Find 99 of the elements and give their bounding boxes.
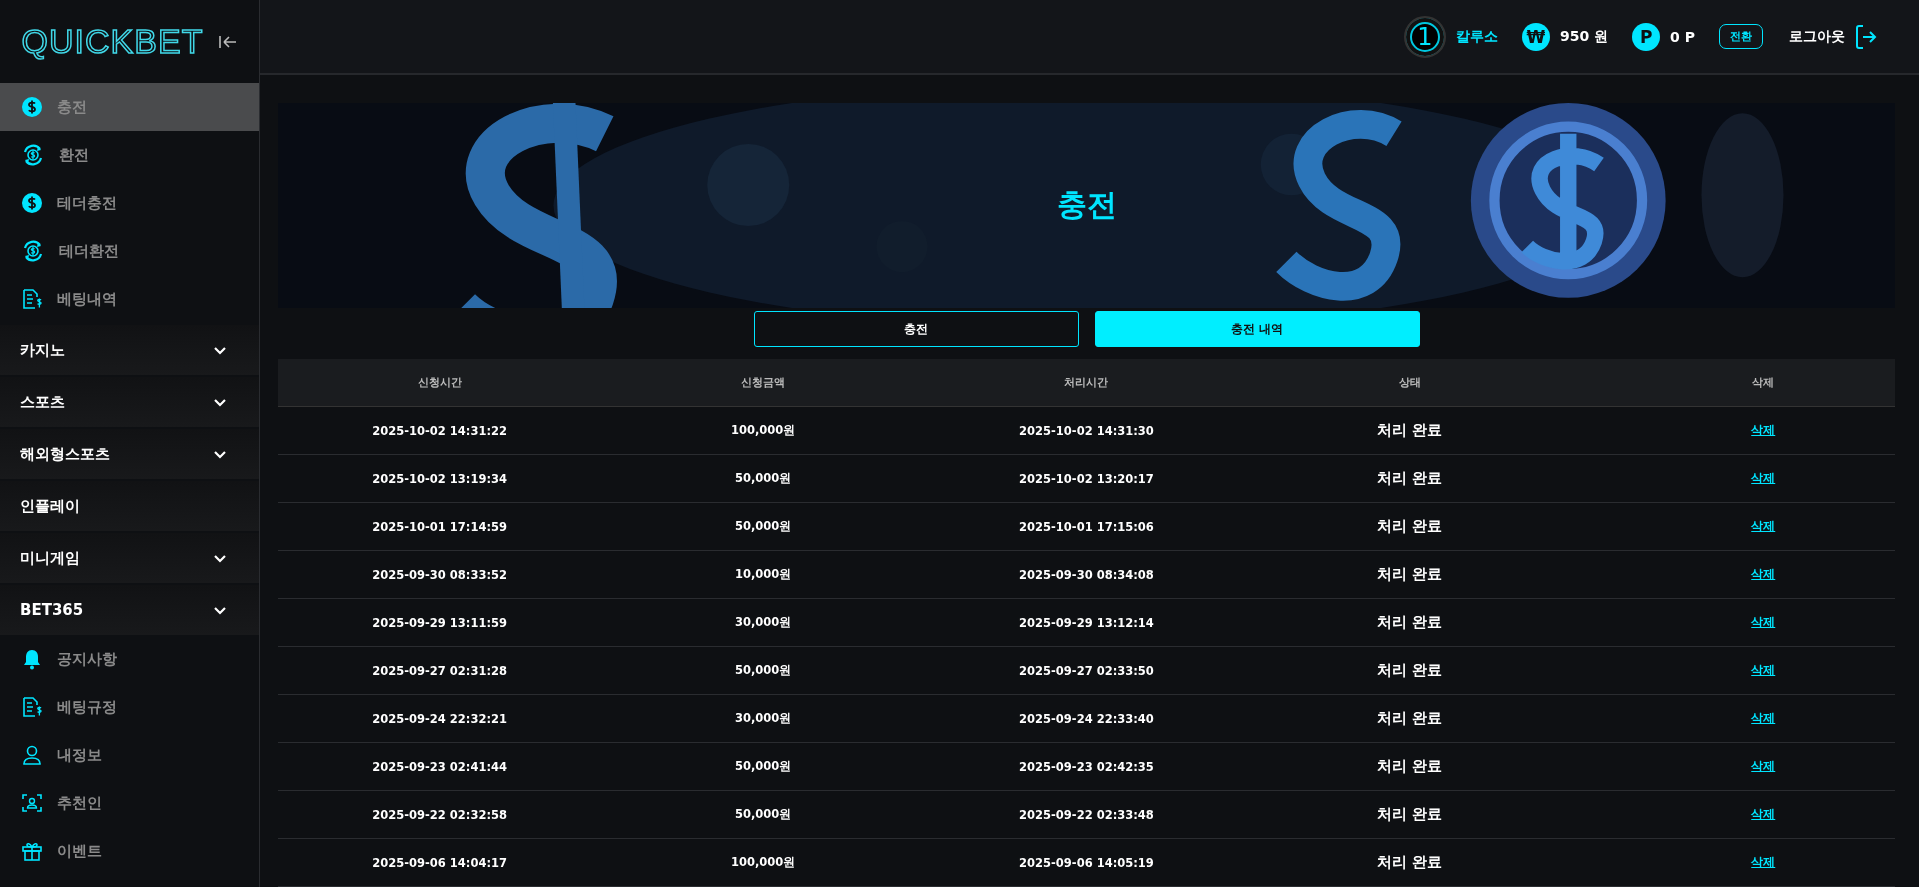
sidebar-item[interactable]: 베팅내역	[0, 275, 259, 323]
table-cell-text: 2025-09-27 02:31:28	[371, 663, 509, 678]
table-cell-text: 2025-10-01 17:14:59	[371, 519, 509, 534]
page-title: 충전	[1056, 186, 1117, 224]
status-text: 처리 완료	[1376, 661, 1444, 680]
delete-link[interactable]: 삭제	[1751, 855, 1776, 869]
table-cell-text: 2025-09-24 22:33:40	[1018, 711, 1155, 726]
table-cell-text: 50,000원	[733, 471, 793, 486]
table-cell-text: 2025-10-01 17:15:06	[1018, 519, 1155, 534]
column-header: 신청시간	[416, 375, 463, 390]
sidebar-item[interactable]: 내정보	[0, 731, 259, 779]
receipt-dollar-icon	[21, 288, 43, 310]
table-cell-text: 2025-10-02 13:20:17	[1018, 471, 1155, 486]
status-text: 처리 완료	[1376, 757, 1444, 776]
menu-group[interactable]: 스포츠	[0, 377, 259, 427]
column-header: 처리시간	[1063, 375, 1110, 390]
delete-link[interactable]: 삭제	[1751, 615, 1776, 629]
status-text: 처리 완료	[1376, 565, 1444, 584]
collapse-icon[interactable]	[219, 34, 238, 49]
bell-icon	[21, 648, 43, 670]
chevron-down-icon	[213, 397, 227, 407]
logo[interactable]: QUICKBET	[21, 22, 204, 61]
table-cell-text: 100,000원	[729, 855, 797, 870]
sidebar-item[interactable]: 공지사항	[0, 635, 259, 683]
sidebar-item[interactable]: 테더환전	[0, 227, 259, 275]
table-cell-text: 2025-09-22 02:32:58	[371, 807, 509, 822]
sidebar-item[interactable]: 테더충전	[0, 179, 259, 227]
receipt-dollar-icon	[21, 696, 43, 718]
delete-link[interactable]: 삭제	[1751, 807, 1776, 821]
column-header: 신청금액	[740, 375, 787, 390]
chevron-down-icon	[213, 449, 227, 459]
menu-group[interactable]: 미니게임	[0, 533, 259, 583]
status-text: 처리 완료	[1376, 421, 1444, 440]
status-text: 처리 완료	[1376, 469, 1444, 488]
table-cell-text: 2025-09-24 22:32:21	[371, 711, 509, 726]
won-icon: ₩	[1522, 22, 1550, 51]
sidebar-item[interactable]: 베팅규정	[0, 683, 259, 731]
delete-link[interactable]: 삭제	[1751, 519, 1776, 533]
delete-link[interactable]: 삭제	[1751, 759, 1776, 773]
menu-group[interactable]: BET365	[0, 585, 259, 635]
point-icon: P	[1632, 22, 1661, 51]
dollar-coin-icon	[21, 192, 43, 214]
table-cell-text: 30,000원	[733, 615, 793, 630]
dollar-coin-icon	[21, 96, 43, 118]
table-cell-text: 2025-10-02 14:31:30	[1018, 423, 1155, 438]
status-text: 처리 완료	[1376, 805, 1444, 824]
chevron-down-icon	[213, 345, 227, 355]
status-text: 처리 완료	[1376, 613, 1444, 632]
table-cell-text: 2025-09-27 02:33:50	[1018, 663, 1155, 678]
user-scan-icon	[21, 792, 43, 814]
sidebar-item[interactable]: 환전	[0, 131, 259, 179]
chevron-down-icon	[213, 553, 227, 563]
table-cell-text: 50,000원	[733, 759, 793, 774]
table-cell-text: 2025-09-29 13:11:59	[371, 615, 509, 630]
menu-group[interactable]: 인플레이	[0, 481, 259, 531]
table-cell-text: 2025-09-22 02:33:48	[1018, 807, 1155, 822]
table-cell-text: 50,000원	[733, 663, 793, 678]
table-cell-text: 2025-09-30 08:34:08	[1018, 567, 1155, 582]
delete-link[interactable]: 삭제	[1751, 471, 1776, 485]
status-text: 처리 완료	[1376, 853, 1444, 872]
status-text: 처리 완료	[1376, 709, 1444, 728]
level-badge: 1	[1404, 15, 1446, 58]
delete-link[interactable]: 삭제	[1751, 567, 1776, 581]
table-cell-text: 50,000원	[733, 519, 793, 534]
table-cell-text: 100,000원	[729, 423, 797, 438]
money-balance: 950 원	[1560, 27, 1609, 46]
table-cell-text: 30,000원	[733, 711, 793, 726]
table-cell-text: 10,000원	[733, 567, 793, 582]
table-cell-text: 2025-09-23 02:42:35	[1018, 759, 1155, 774]
tab[interactable]: 충전 내역	[1094, 311, 1420, 347]
status-text: 처리 완료	[1376, 517, 1444, 536]
logout-icon[interactable]	[1855, 23, 1877, 50]
menu-group[interactable]: 해외형스포츠	[0, 429, 259, 479]
column-header: 상태	[1397, 375, 1422, 390]
table-cell-text: 2025-09-30 08:33:52	[371, 567, 509, 582]
menu-group[interactable]: 카지노	[0, 325, 259, 375]
table-cell-text: 2025-09-06 14:05:19	[1018, 855, 1155, 870]
table-cell-text: 50,000원	[733, 807, 793, 822]
dollar-exchange-icon	[21, 144, 45, 166]
tab[interactable]: 충전	[753, 311, 1079, 347]
logout-link[interactable]: 로그아웃	[1789, 27, 1845, 46]
sidebar-item[interactable]: 이벤트	[0, 827, 259, 875]
column-header: 삭제	[1751, 375, 1776, 390]
user-icon	[21, 744, 43, 766]
table-cell-text: 2025-10-02 14:31:22	[371, 423, 509, 438]
delete-link[interactable]: 삭제	[1751, 663, 1776, 677]
table-cell-text: 2025-09-29 13:12:14	[1018, 615, 1155, 630]
chevron-down-icon	[213, 605, 227, 615]
convert-button[interactable]: 전환	[1719, 24, 1763, 49]
table-cell-text: 2025-09-06 14:04:17	[371, 855, 509, 870]
gift-icon	[21, 840, 43, 862]
delete-link[interactable]: 삭제	[1751, 423, 1776, 437]
point-balance: 0 P	[1670, 28, 1695, 45]
dollar-exchange-icon	[21, 240, 45, 262]
table-cell-text: 2025-09-23 02:41:44	[371, 759, 509, 774]
delete-link[interactable]: 삭제	[1751, 711, 1776, 725]
table-cell-text: 2025-10-02 13:19:34	[371, 471, 509, 486]
sidebar-item[interactable]: 추천인	[0, 779, 259, 827]
username: 칼루소	[1456, 27, 1498, 46]
